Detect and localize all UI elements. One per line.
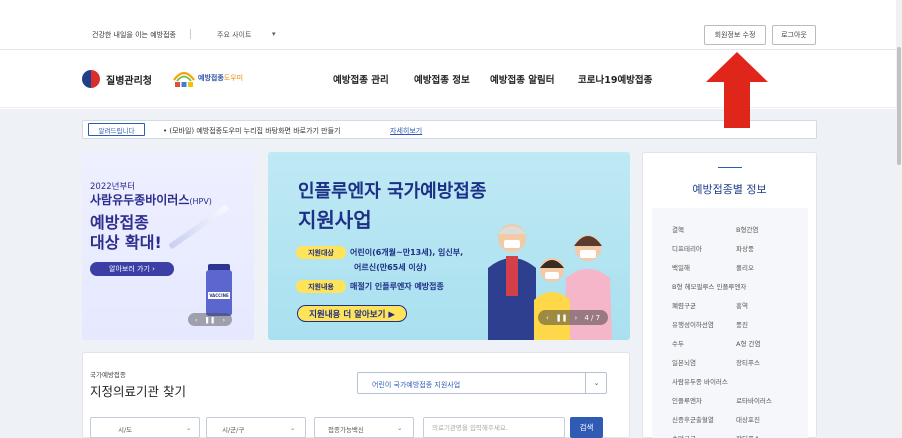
slide-counter: 4 / 7 bbox=[584, 313, 601, 322]
flu-more-button[interactable]: 지원내용 더 알아보기 ▶ bbox=[297, 305, 407, 322]
vaccine-info-link[interactable]: 대상포진 bbox=[736, 414, 760, 424]
hpv-title-abbr: (HPV) bbox=[189, 197, 212, 206]
vaccine-info-link[interactable]: 신증후군출혈열 bbox=[672, 414, 714, 424]
vaccine-info-link[interactable]: 디프테리아 bbox=[672, 243, 702, 253]
chevron-down-icon[interactable]: ⌄ bbox=[186, 424, 191, 432]
search-title: 지정의료기관 찾기 bbox=[90, 384, 186, 399]
vaccine-info-link[interactable]: B형 헤모필루스 인플루엔자 bbox=[672, 281, 746, 291]
prev-icon[interactable]: ‹ bbox=[546, 314, 549, 322]
vaccine-info-link[interactable]: 수막구균 bbox=[672, 433, 696, 438]
search-button[interactable]: 검색 bbox=[570, 417, 603, 438]
hpv-learn-more-button[interactable]: 알아보러 가기 › bbox=[90, 262, 174, 276]
divider bbox=[190, 29, 191, 39]
nav-covid19-vaccination[interactable]: 코로나19예방접종 bbox=[578, 72, 652, 86]
province-select-value[interactable]: 시/도 bbox=[118, 424, 132, 434]
arrow-up-icon bbox=[706, 52, 768, 128]
vaccine-info-link[interactable]: 사람유두종 바이러스 bbox=[672, 376, 728, 386]
vaccine-info-list: 결핵 B형간염디프테리아 파상풍백일해 폴리오 B형 헤모필루스 인플루엔자폐렴구균 홍역… bbox=[652, 208, 808, 438]
vaccine-info-link[interactable]: 풍진 bbox=[736, 319, 748, 329]
clinic-name-input[interactable] bbox=[423, 417, 565, 438]
helper-logo-text[interactable]: 예방접종도우미 bbox=[198, 73, 243, 83]
chevron-down-icon[interactable]: ▾ bbox=[272, 30, 276, 38]
pause-icon[interactable]: ❚❚ bbox=[205, 316, 216, 324]
pause-icon[interactable]: ❚❚ bbox=[556, 314, 568, 322]
vaccine-info-link[interactable]: 장티푸스 bbox=[736, 357, 760, 367]
flu-target-desc-2: 어르신(만65세 이상) bbox=[354, 263, 427, 272]
vaccine-select-value[interactable]: 접종가능백신 bbox=[328, 424, 364, 434]
edit-member-info-button[interactable]: 회원정보 수정 bbox=[704, 25, 766, 45]
vaccine-info-link[interactable]: 홍역 bbox=[736, 300, 748, 310]
next-icon[interactable]: › bbox=[222, 316, 225, 324]
vaccine-info-link[interactable]: 결핵 bbox=[672, 224, 684, 234]
nav-vaccination-info[interactable]: 예방접종 정보 bbox=[414, 72, 470, 86]
vaccine-info-link[interactable]: 폐렴구균 bbox=[672, 300, 696, 310]
chevron-down-icon[interactable]: ⌄ bbox=[290, 424, 295, 432]
flu-pager: ‹ ❚❚ › 4 / 7 bbox=[538, 310, 608, 325]
scrollbar-thumb[interactable] bbox=[897, 47, 901, 165]
vaccine-info-link[interactable]: 로타바이러스 bbox=[736, 395, 772, 405]
notice-detail-link[interactable]: 자세히보기 bbox=[390, 126, 422, 136]
province-select[interactable] bbox=[90, 417, 200, 438]
vaccine-info-link[interactable]: 파상풍 bbox=[736, 243, 754, 253]
search-category: 국가예방접종 bbox=[90, 371, 126, 379]
vaccine-info-link[interactable]: 유행성이하선염 bbox=[672, 319, 714, 329]
helper-logo-text-a: 예방접종 bbox=[198, 74, 224, 82]
logout-button[interactable]: 로그아웃 bbox=[772, 25, 816, 45]
vaccine-info-link[interactable]: 폴리오 bbox=[736, 262, 754, 272]
helper-logo-icon[interactable] bbox=[172, 68, 196, 88]
flu-title: 인플루엔자 국가예방접종 bbox=[298, 181, 487, 202]
city-select-value[interactable]: 시/군/구 bbox=[222, 424, 244, 434]
flu-content-desc: 매절기 인플루엔자 예방접종 bbox=[350, 282, 444, 291]
main-sites-dropdown[interactable]: 주요 사이트 bbox=[217, 30, 251, 40]
helper-logo-text-b: 도우미 bbox=[223, 74, 244, 82]
kdca-logo-text[interactable]: 질병관리청 bbox=[106, 72, 152, 87]
flu-subtitle: 지원사업 bbox=[298, 208, 372, 232]
flu-target-desc: 어린이(6개월~만13세), 임신부, bbox=[350, 248, 464, 257]
hpv-line3: 대상 확대! bbox=[90, 233, 162, 252]
notice-tag: 알려드립니다 bbox=[88, 123, 145, 136]
flu-content-tag: 지원내용 bbox=[296, 280, 346, 293]
hpv-title: 사람유두종바이러스(HPV) bbox=[90, 191, 212, 208]
vaccine-info-link[interactable]: 장티푸스 bbox=[736, 433, 760, 438]
vaccine-info-link[interactable]: 백일해 bbox=[672, 262, 690, 272]
slogan-text: 건강한 내일을 이는 예방접종 bbox=[92, 31, 176, 39]
hpv-pager: ‹ ❚❚ › bbox=[188, 313, 232, 326]
hpv-title-main: 사람유두종바이러스 bbox=[90, 193, 190, 207]
next-icon[interactable]: › bbox=[575, 314, 578, 322]
vaccine-info-link[interactable]: A형 간염 bbox=[736, 338, 760, 348]
program-select-value[interactable]: 어린이 국가예방접종 지원사업 bbox=[372, 380, 460, 390]
divider bbox=[718, 167, 742, 168]
vaccine-info-link[interactable]: 수두 bbox=[672, 338, 684, 348]
vial-label: VACCINE bbox=[208, 292, 230, 299]
kdca-logo-icon[interactable] bbox=[82, 70, 100, 88]
chevron-down-icon[interactable]: ⌄ bbox=[585, 372, 607, 394]
nav-vaccination-alerts[interactable]: 예방접종 알림터 bbox=[490, 72, 555, 86]
prev-icon[interactable]: ‹ bbox=[195, 316, 198, 324]
vaccine-info-link[interactable]: 일본뇌염 bbox=[672, 357, 696, 367]
vaccine-info-link[interactable]: B형간염 bbox=[736, 224, 758, 234]
notice-text[interactable]: • (모바일) 예방접종도우미 누리집 바탕화면 바로가기 만들기 bbox=[163, 126, 341, 136]
vaccine-info-title: 예방접종별 정보 bbox=[692, 183, 767, 196]
flu-target-tag: 지원대상 bbox=[296, 246, 346, 259]
nav-vaccination-management[interactable]: 예방접종 관리 bbox=[333, 72, 389, 86]
vaccine-info-link[interactable]: 인플루엔자 bbox=[672, 395, 702, 405]
utility-bar bbox=[0, 0, 902, 50]
chevron-down-icon[interactable]: ⌄ bbox=[397, 424, 402, 432]
